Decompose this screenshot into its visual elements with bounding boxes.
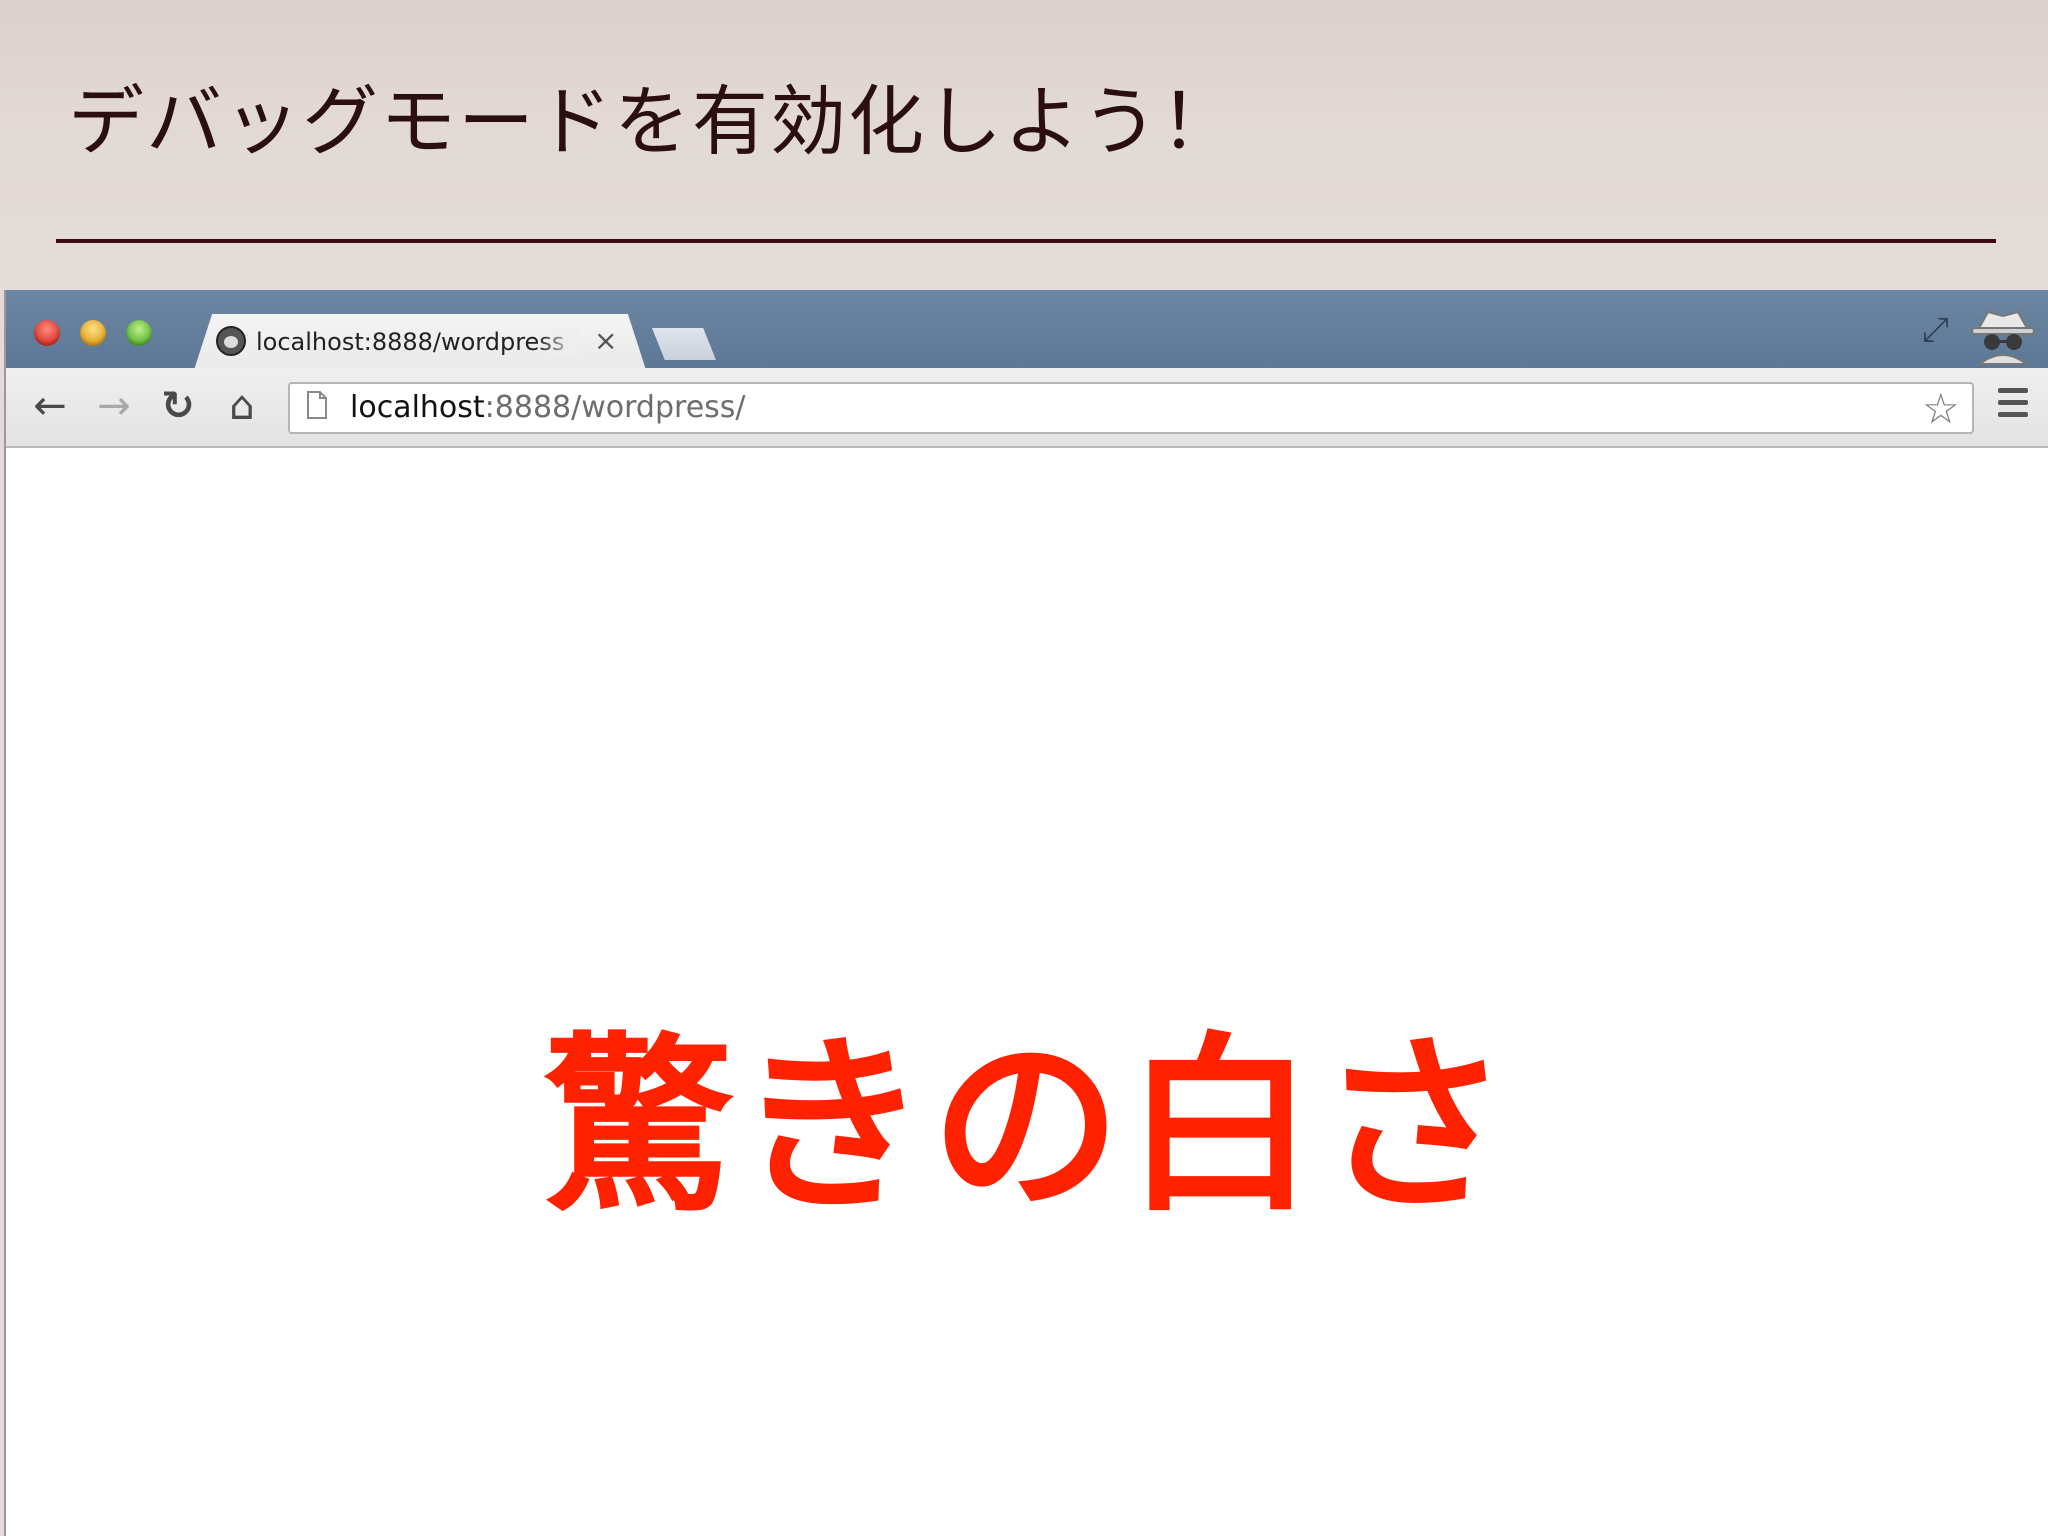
zoom-window-button[interactable] <box>126 320 152 346</box>
close-window-button[interactable] <box>34 320 60 346</box>
title-divider <box>56 239 1996 243</box>
address-bar-url: localhost:8888/wordpress/ <box>350 390 746 425</box>
reload-button[interactable]: ↻ <box>154 382 202 430</box>
menu-icon[interactable] <box>1998 388 2028 422</box>
url-host: localhost <box>350 390 485 425</box>
slide-title: デバッグモードを有効化しよう！ <box>68 77 1238 166</box>
page-icon <box>307 391 327 419</box>
url-path: :8888/wordpress/ <box>484 390 746 425</box>
minimize-window-button[interactable] <box>80 320 106 346</box>
close-tab-icon[interactable]: × <box>594 324 617 357</box>
wordpress-icon <box>216 326 246 356</box>
forward-button[interactable]: → <box>90 382 138 430</box>
page-headline: 驚きの白さ <box>542 1016 1513 1237</box>
home-button[interactable]: ⌂ <box>218 382 266 430</box>
back-button[interactable]: ← <box>26 382 74 430</box>
tab-title: localhost:8888/wordpress <box>256 328 578 356</box>
incognito-icon <box>1971 310 2035 365</box>
fullscreen-icon[interactable]: ⤢ <box>1922 310 1949 350</box>
bookmark-star-icon[interactable]: ☆ <box>1922 384 1960 433</box>
browser-window: localhost:8888/wordpress × ⤢ ← → ↻ ⌂ loc… <box>4 290 2048 1536</box>
page-content: 驚きの白さ <box>6 448 2048 1536</box>
